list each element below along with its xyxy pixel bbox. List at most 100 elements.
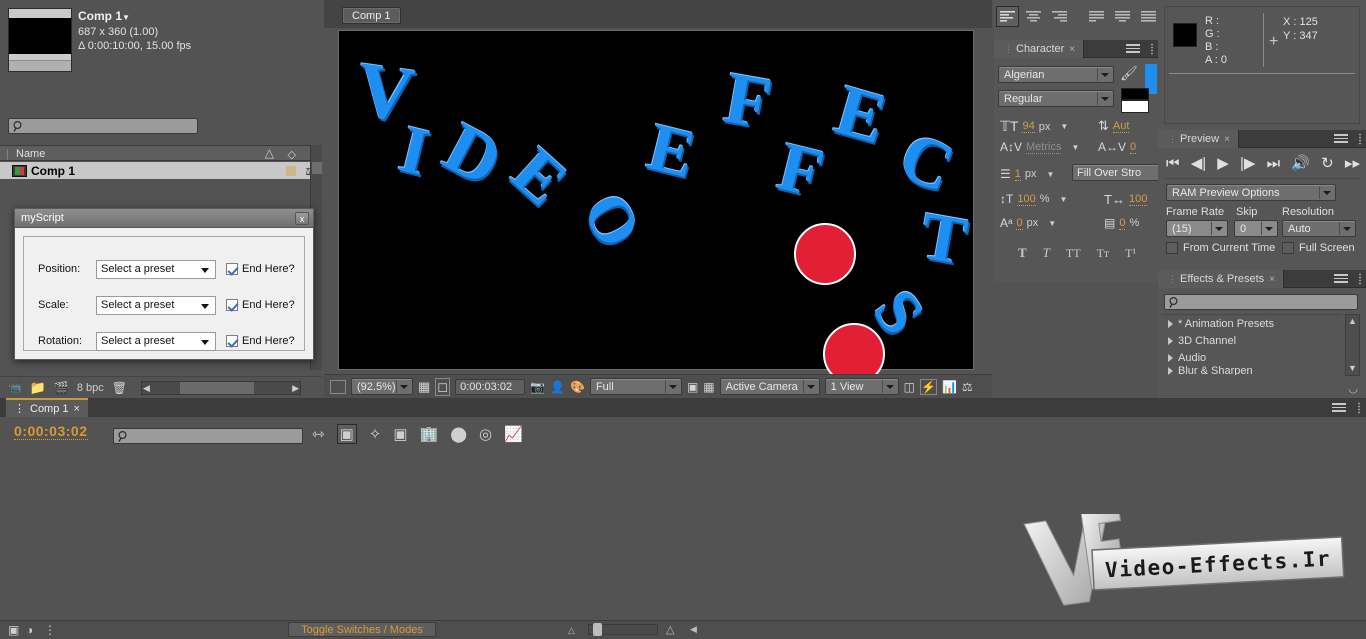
- effects-item-blur-sharpen[interactable]: Blur & Sharpen: [1162, 366, 1342, 375]
- sort-arrow-icon[interactable]: △: [265, 146, 274, 160]
- effects-item-3d-channel[interactable]: 3D Channel: [1162, 332, 1342, 349]
- justify-last-center-icon[interactable]: [1111, 6, 1134, 27]
- tab-effects-presets[interactable]: ⋮ Effects & Presets ×: [1158, 270, 1285, 288]
- ram-preview-options-select[interactable]: RAM Preview Options: [1166, 184, 1336, 201]
- position-preset-select[interactable]: Select a preset: [96, 259, 216, 279]
- font-size-value[interactable]: 94: [1022, 120, 1035, 133]
- skip-select[interactable]: 0: [1234, 220, 1278, 237]
- panel-menu-icon[interactable]: [1332, 403, 1346, 413]
- timeline-search[interactable]: [113, 428, 303, 444]
- resolution-select-preview[interactable]: Auto: [1282, 220, 1356, 237]
- graph-editor-icon[interactable]: 📈: [504, 425, 523, 443]
- fill-color-box[interactable]: [1121, 88, 1149, 100]
- zoom-select[interactable]: (92.5%): [351, 378, 413, 395]
- frame-blending-icon[interactable]: ▣: [393, 425, 407, 443]
- scroll-left-icon[interactable]: ◀: [143, 383, 150, 394]
- effects-scrollbar[interactable]: ▲ ▼: [1345, 314, 1360, 376]
- bit-depth-label[interactable]: 8 bpc: [77, 382, 104, 394]
- leading-value[interactable]: Aut: [1112, 120, 1130, 133]
- scroll-left-icon[interactable]: ◀: [690, 624, 697, 635]
- project-col-name[interactable]: Name: [16, 148, 45, 160]
- panel-grip-icon[interactable]: [1358, 133, 1362, 145]
- panel-menu-icon[interactable]: [1126, 44, 1140, 54]
- faux-italic-icon[interactable]: T: [1043, 245, 1050, 261]
- effects-item-audio[interactable]: Audio: [1162, 349, 1342, 366]
- project-search[interactable]: [8, 118, 198, 134]
- toggle-switches-modes-button[interactable]: Toggle Switches / Modes: [288, 622, 436, 637]
- justify-last-left-icon[interactable]: [1085, 6, 1108, 27]
- first-frame-icon[interactable]: ⏮: [1166, 155, 1180, 172]
- baseline-shift-value[interactable]: 0: [1016, 217, 1023, 230]
- scale-preset-select[interactable]: Select a preset: [96, 295, 216, 315]
- tab-preview[interactable]: ⋮ Preview ×: [1158, 130, 1239, 148]
- panel-menu-icon[interactable]: [1334, 274, 1348, 284]
- close-icon[interactable]: ×: [1069, 44, 1075, 55]
- viewer-timecode[interactable]: 0:00:03:02: [455, 378, 526, 395]
- timeline-current-time[interactable]: 0:00:03:02: [14, 423, 88, 440]
- project-hscrollbar[interactable]: ◀ ▶: [141, 380, 301, 395]
- superscript-icon[interactable]: T¹: [1125, 246, 1136, 261]
- timeline-search-input[interactable]: [130, 430, 302, 442]
- view-layout-select[interactable]: 1 View: [824, 378, 899, 395]
- draft-3d-icon[interactable]: ▣: [336, 424, 357, 444]
- graph-editor-toggle-icon[interactable]: ◎: [479, 425, 492, 443]
- scroll-down-icon[interactable]: ▼: [1347, 363, 1358, 374]
- small-caps-icon[interactable]: Tᴛ: [1097, 246, 1110, 261]
- justify-all-icon[interactable]: [1137, 6, 1160, 27]
- scroll-right-icon[interactable]: ▶: [292, 383, 299, 394]
- channels-icon[interactable]: 🎨: [570, 380, 585, 394]
- project-item-comp1[interactable]: Comp 1 ⚖: [0, 162, 322, 179]
- region-icon[interactable]: ▣: [687, 380, 698, 394]
- from-current-time-checkbox[interactable]: From Current Time: [1166, 242, 1275, 254]
- comp-flowchart-icon[interactable]: ▣: [8, 623, 19, 637]
- timeline-zoom-slider[interactable]: [588, 623, 658, 636]
- fast-previews-icon[interactable]: ⚡: [919, 378, 937, 395]
- align-right-icon[interactable]: [1048, 6, 1071, 27]
- position-end-here-checkbox[interactable]: End Here?: [226, 263, 295, 275]
- camera-select[interactable]: Active Camera: [719, 378, 820, 395]
- panel-grip-icon[interactable]: [1150, 43, 1154, 55]
- new-comp-icon[interactable]: 🎬: [54, 381, 69, 395]
- horizontal-scale-value[interactable]: 100: [1128, 193, 1148, 206]
- scroll-up-icon[interactable]: [312, 162, 322, 174]
- previous-frame-icon[interactable]: ◀|: [1191, 154, 1206, 172]
- close-icon[interactable]: x: [295, 212, 309, 225]
- kerning-value[interactable]: Metrics: [1026, 141, 1062, 154]
- eyedropper-icon[interactable]: 🖌: [1120, 65, 1138, 82]
- chevron-down-icon[interactable]: ▼: [1071, 143, 1079, 152]
- chevron-down-icon[interactable]: ▼: [1060, 122, 1068, 131]
- pixel-aspect-icon[interactable]: ◫: [904, 380, 915, 394]
- motion-blur-icon[interactable]: 🏢: [420, 425, 439, 443]
- chevron-down-icon[interactable]: ▼: [1047, 170, 1055, 179]
- font-style-select[interactable]: Regular: [998, 90, 1114, 107]
- show-snapshot-icon[interactable]: 👤: [550, 380, 565, 394]
- tsume-value[interactable]: 0: [1119, 217, 1126, 230]
- vertical-scale-value[interactable]: 100: [1017, 193, 1036, 206]
- frame-rate-select[interactable]: (15): [1166, 220, 1228, 237]
- rotation-end-here-checkbox[interactable]: End Here?: [226, 335, 295, 347]
- transparency-grid-icon[interactable]: ▦: [703, 380, 714, 394]
- play-icon[interactable]: ▶: [1217, 154, 1229, 172]
- all-caps-icon[interactable]: TT: [1066, 246, 1081, 261]
- hide-shy-layers-icon[interactable]: ✧: [369, 425, 382, 443]
- close-icon[interactable]: ×: [1269, 274, 1275, 285]
- always-preview-icon[interactable]: [330, 379, 346, 394]
- viewer-tab-comp1[interactable]: Comp 1: [342, 7, 401, 24]
- scale-end-here-checkbox[interactable]: End Here?: [226, 299, 295, 311]
- effects-item-animation-presets[interactable]: * Animation Presets: [1162, 315, 1342, 332]
- chevron-down-icon[interactable]: ▼: [1059, 195, 1067, 204]
- timeline-icon[interactable]: 📊: [942, 380, 957, 394]
- audio-icon[interactable]: 🔊: [1291, 154, 1310, 172]
- font-family-select[interactable]: Algerian: [998, 66, 1114, 83]
- chevron-down-icon[interactable]: ▼: [1048, 219, 1056, 228]
- delete-icon[interactable]: 🗑: [112, 381, 127, 395]
- grid-guides-icon[interactable]: ▦: [418, 379, 430, 395]
- close-icon[interactable]: ×: [1224, 134, 1230, 145]
- label-color-swatch[interactable]: [286, 165, 296, 176]
- effects-search[interactable]: [1164, 294, 1358, 310]
- tag-icon[interactable]: ◇: [288, 148, 296, 161]
- graph-editor-toggle-icon[interactable]: ⋮: [44, 623, 56, 637]
- scroll-up-icon[interactable]: ▲: [1347, 316, 1358, 327]
- last-frame-icon[interactable]: ⏭: [1267, 155, 1281, 172]
- next-frame-icon[interactable]: |▶: [1240, 154, 1255, 172]
